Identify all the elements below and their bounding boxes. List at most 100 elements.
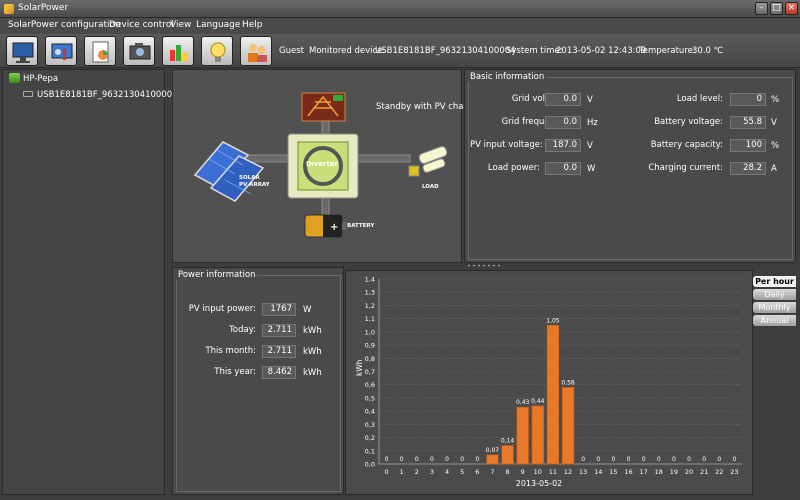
report-icon — [92, 41, 109, 63]
battery-capacity-value: 100 — [730, 139, 766, 152]
pv-input-voltage-unit: V — [587, 141, 593, 151]
device-label: Monitored device: — [309, 46, 386, 56]
charging-current-value: 28.2 — [730, 162, 766, 175]
tab-monthly[interactable]: Monthly — [753, 302, 796, 313]
user-status: Guest — [279, 46, 304, 56]
this-year-unit: kWh — [303, 368, 322, 378]
grid-voltage-unit: V — [587, 95, 593, 105]
temperature-label: Temperature: — [639, 46, 696, 56]
pv-input-power-unit: W — [303, 305, 312, 315]
maximize-button[interactable]: □ — [770, 2, 783, 15]
close-button[interactable]: × — [785, 2, 798, 15]
y-tick-label: 1,4 — [365, 276, 375, 284]
y-tick-label: 0,7 — [365, 368, 375, 376]
x-tick-label: 17 — [640, 468, 648, 476]
tab-daily[interactable]: Daily — [753, 289, 796, 300]
y-axis-label: kWh — [355, 359, 364, 376]
x-tick-label: 23 — [730, 468, 738, 476]
x-tick-label: 13 — [579, 468, 587, 476]
time-label: System time: — [506, 46, 563, 56]
basic-information-panel: Basic information Grid voltage: 0.0 V Gr… — [464, 69, 796, 263]
chart-bar — [486, 454, 499, 465]
bar-value-label: 0 — [460, 456, 464, 463]
bulb-icon — [210, 42, 226, 62]
title-bar — [0, 0, 800, 18]
bar-value-label: 0 — [445, 456, 449, 463]
x-tick-label: 10 — [534, 468, 542, 476]
bar-value-label: 0 — [733, 456, 737, 463]
menu-language[interactable]: Language — [196, 20, 240, 30]
x-tick-label: 16 — [624, 468, 632, 476]
x-tick-label: 3 — [430, 468, 434, 476]
settings-button[interactable] — [45, 36, 77, 66]
pv-input-voltage-value: 187.0 — [545, 139, 581, 152]
chart-bar — [561, 387, 575, 465]
tab-per-hour[interactable]: Per hour — [753, 276, 796, 287]
camera-button[interactable] — [123, 36, 155, 66]
menu-view[interactable]: View — [170, 20, 191, 30]
grid-frequency-value: 0.0 — [545, 116, 581, 129]
battery-capacity-unit: % — [771, 141, 780, 151]
temperature-value: 30.0 ℃ — [692, 46, 724, 56]
y-tick-label: 1,3 — [365, 289, 375, 297]
x-tick-label: 20 — [685, 468, 693, 476]
y-tick-label: 0,5 — [365, 394, 375, 402]
bar-value-label: 0 — [702, 456, 706, 463]
this-year-label: This year: — [214, 367, 256, 377]
tree-item-device[interactable]: USB1E8181BF_96321304100004 — [37, 90, 178, 100]
x-tick-label: 14 — [594, 468, 602, 476]
x-tick-label: 22 — [715, 468, 723, 476]
menu-solarpower-configuration[interactable]: SolarPower configuration — [8, 20, 121, 30]
bar-value-label: 0 — [612, 456, 616, 463]
bar-value-label: 0,07 — [486, 447, 500, 454]
load-level-value: 0 — [730, 93, 766, 106]
tree-item-root[interactable]: HP-Pepa — [23, 74, 58, 84]
load-label: LOAD — [422, 184, 439, 190]
bar-value-label: 0 — [657, 456, 661, 463]
energy-flow-diagram: + Standby with PV charging Inverter SOLA… — [172, 69, 485, 263]
grid-tower-icon — [301, 92, 346, 122]
battery-voltage-label: Battery voltage: — [654, 117, 723, 127]
pv-array-label-1: SOLAR — [239, 175, 260, 181]
pv-array-label-2: PV ARRAY — [239, 182, 270, 188]
bar-value-label: 0 — [385, 456, 389, 463]
battery-icon: + — [304, 214, 346, 238]
bar-value-label: 0,43 — [516, 399, 530, 406]
splitter-handle[interactable] — [466, 264, 506, 267]
window-title: SolarPower — [18, 3, 69, 13]
minimize-button[interactable]: – — [755, 2, 768, 15]
y-tick-label: 0,2 — [365, 434, 375, 442]
user-button[interactable] — [240, 36, 272, 66]
bar-value-label: 0 — [627, 456, 631, 463]
chart-bar — [501, 445, 514, 465]
chart-bar — [531, 405, 545, 465]
svg-text:+: + — [330, 222, 338, 233]
x-tick-label: 6 — [475, 468, 479, 476]
today-value: 2.711 — [262, 324, 296, 337]
this-month-unit: kWh — [303, 347, 322, 357]
chart-bar — [516, 406, 529, 465]
data-button[interactable] — [162, 36, 194, 66]
pv-input-voltage-label: PV input voltage: — [470, 140, 543, 150]
y-tick-label: 0,3 — [365, 421, 375, 429]
x-tick-label: 18 — [655, 468, 663, 476]
menu-help[interactable]: Help — [242, 20, 263, 30]
x-tick-label: 12 — [564, 468, 572, 476]
load-power-label: Load power: — [487, 163, 540, 173]
light-button[interactable] — [201, 36, 233, 66]
users-icon — [248, 44, 267, 62]
inverter-label: Inverter — [306, 160, 338, 168]
this-month-label: This month: — [205, 346, 256, 356]
report-button[interactable] — [84, 36, 116, 66]
bar-value-label: 0 — [475, 456, 479, 463]
this-month-value: 2.711 — [262, 345, 296, 358]
load-power-value: 0.0 — [545, 162, 581, 175]
monitor-button[interactable] — [6, 36, 38, 66]
solar-panel-icon — [193, 141, 265, 202]
bar-value-label: 0,14 — [501, 438, 515, 445]
menu-device-control[interactable]: Device control — [109, 20, 174, 30]
y-tick-label: 0,4 — [365, 408, 375, 416]
tab-annual[interactable]: Annual — [753, 315, 796, 326]
chart-canvas: 0,0 0,1 0,2 0,3 0,4 0,5 0,6 0,7 0,8 0,9 1,0 1,1 1,2 1… — [355, 276, 742, 488]
load-power-unit: W — [587, 164, 596, 174]
